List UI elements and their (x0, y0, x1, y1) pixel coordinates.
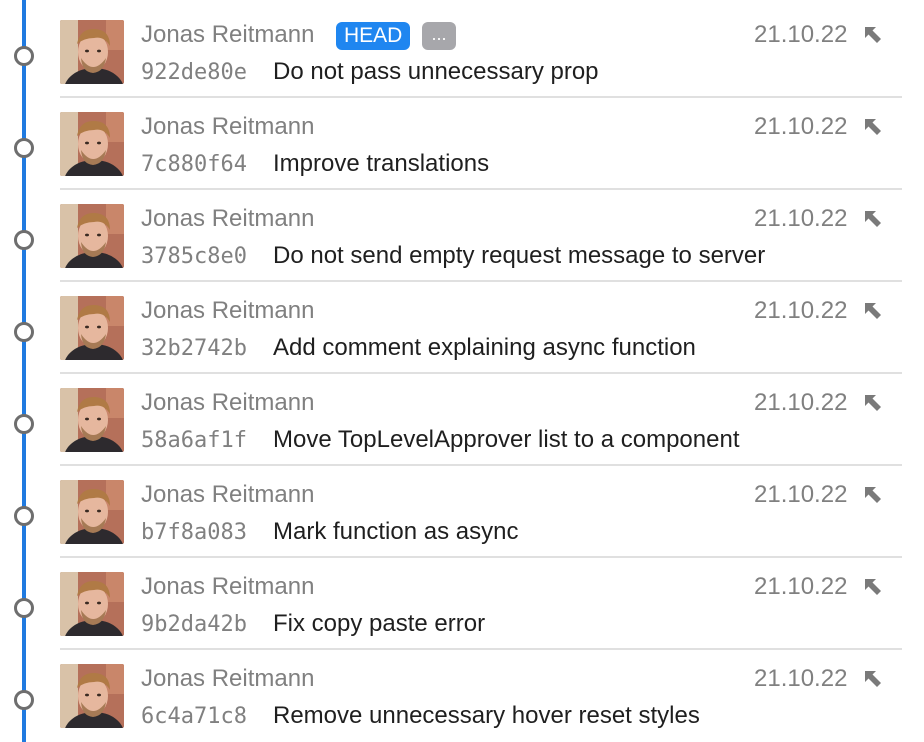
arrow-up-left-icon[interactable] (862, 116, 884, 138)
author-avatar (60, 572, 124, 636)
commit-node-icon (14, 690, 34, 710)
commit-author: Jonas Reitmann (141, 297, 315, 324)
commit-hash: 7c880f64 (141, 152, 247, 177)
commit-row[interactable]: Jonas Reitmann 21.10.22 7c880f64 Improve… (0, 92, 924, 190)
head-badge[interactable]: HEAD (336, 22, 411, 50)
commit-row[interactable]: Jonas Reitmann 21.10.22 3785c8e0 Do not … (0, 184, 924, 282)
commit-author: Jonas Reitmann (141, 113, 315, 140)
commit-hash: b7f8a083 (141, 520, 247, 545)
commit-author: Jonas Reitmann (141, 665, 315, 692)
commit-row[interactable]: Jonas Reitmann 21.10.22 b7f8a083 Mark fu… (0, 460, 924, 558)
commit-date: 21.10.22 (754, 21, 848, 48)
commit-date: 21.10.22 (754, 573, 848, 600)
author-avatar (60, 204, 124, 268)
commit-message: Do not pass unnecessary prop (273, 58, 599, 85)
commit-date: 21.10.22 (754, 481, 848, 508)
arrow-up-left-icon[interactable] (862, 24, 884, 46)
commit-row[interactable]: Jonas Reitmann HEAD ... 21.10.22 922de80… (0, 0, 924, 98)
commit-node-icon (14, 322, 34, 342)
commit-hash: 32b2742b (141, 336, 247, 361)
arrow-up-left-icon[interactable] (862, 392, 884, 414)
author-avatar (60, 20, 124, 84)
commit-node-icon (14, 138, 34, 158)
commit-message: Mark function as async (273, 518, 519, 545)
commit-hash: 922de80e (141, 60, 247, 85)
author-avatar (60, 112, 124, 176)
commit-author: Jonas Reitmann (141, 205, 315, 232)
commit-author: Jonas Reitmann (141, 21, 315, 48)
commit-row[interactable]: Jonas Reitmann 21.10.22 32b2742b Add com… (0, 276, 924, 374)
commit-list: Jonas Reitmann HEAD ... 21.10.22 922de80… (0, 0, 924, 742)
commit-date: 21.10.22 (754, 205, 848, 232)
commit-date: 21.10.22 (754, 665, 848, 692)
commit-message: Fix copy paste error (273, 610, 486, 637)
arrow-up-left-icon[interactable] (862, 668, 884, 690)
commit-message: Remove unnecessary hover reset styles (273, 702, 700, 729)
commit-row[interactable]: Jonas Reitmann 21.10.22 6c4a71c8 Remove … (0, 644, 924, 736)
commit-author: Jonas Reitmann (141, 481, 315, 508)
commit-author: Jonas Reitmann (141, 573, 315, 600)
author-avatar (60, 296, 124, 360)
commit-row[interactable]: Jonas Reitmann 21.10.22 58a6af1f Move To… (0, 368, 924, 466)
commit-hash: 6c4a71c8 (141, 704, 247, 729)
commit-message: Improve translations (273, 150, 490, 177)
commit-hash: 9b2da42b (141, 612, 247, 637)
author-avatar (60, 664, 124, 728)
author-avatar (60, 480, 124, 544)
more-tags-badge[interactable]: ... (422, 22, 456, 50)
commit-message: Add comment explaining async function (273, 334, 696, 361)
commit-date: 21.10.22 (754, 113, 848, 140)
commit-hash: 58a6af1f (141, 428, 247, 453)
commit-hash: 3785c8e0 (141, 244, 247, 269)
commit-node-icon (14, 414, 34, 434)
commit-node-icon (14, 46, 34, 66)
author-avatar (60, 388, 124, 452)
commit-author: Jonas Reitmann (141, 389, 315, 416)
commit-message: Do not send empty request message to ser… (273, 242, 766, 269)
arrow-up-left-icon[interactable] (862, 576, 884, 598)
commit-row[interactable]: Jonas Reitmann 21.10.22 9b2da42b Fix cop… (0, 552, 924, 650)
commit-date: 21.10.22 (754, 297, 848, 324)
commit-node-icon (14, 230, 34, 250)
arrow-up-left-icon[interactable] (862, 208, 884, 230)
arrow-up-left-icon[interactable] (862, 300, 884, 322)
commit-node-icon (14, 598, 34, 618)
commit-node-icon (14, 506, 34, 526)
arrow-up-left-icon[interactable] (862, 484, 884, 506)
commit-date: 21.10.22 (754, 389, 848, 416)
commit-message: Move TopLevelApprover list to a componen… (273, 426, 740, 453)
